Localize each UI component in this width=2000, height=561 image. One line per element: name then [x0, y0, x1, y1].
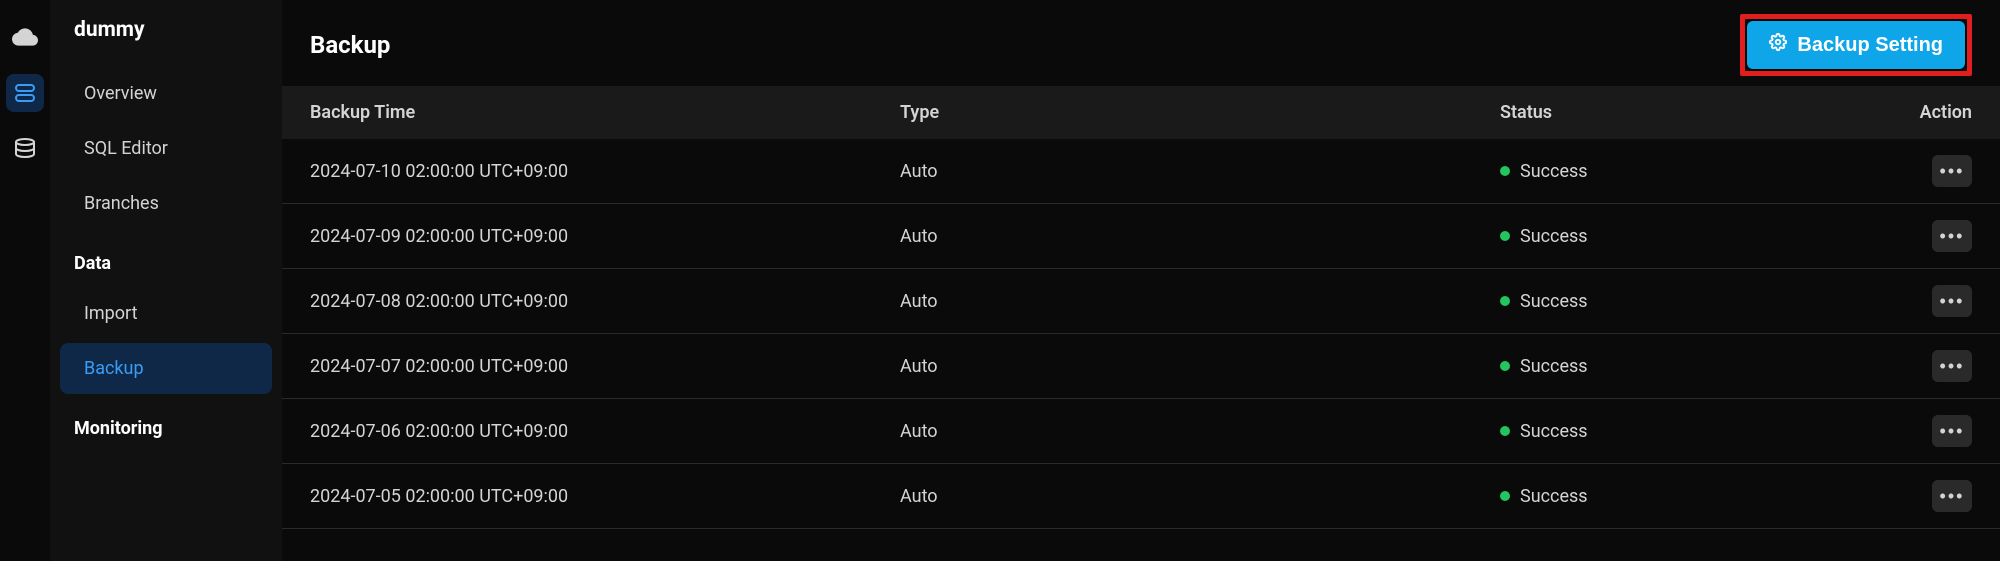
cell-action: ••• [1780, 480, 1972, 512]
table-row: 2024-07-05 02:00:00 UTC+09:00 Auto Succe… [282, 464, 2000, 529]
cloud-icon[interactable] [6, 18, 44, 56]
cell-time: 2024-07-10 02:00:00 UTC+09:00 [310, 161, 900, 182]
database-icon[interactable] [6, 74, 44, 112]
header-status: Status [1500, 102, 1780, 123]
server-icon[interactable] [6, 130, 44, 168]
table-row: 2024-07-10 02:00:00 UTC+09:00 Auto Succe… [282, 139, 2000, 204]
cell-time: 2024-07-05 02:00:00 UTC+09:00 [310, 486, 900, 507]
icon-rail [0, 0, 50, 561]
cell-time: 2024-07-06 02:00:00 UTC+09:00 [310, 421, 900, 442]
cell-status: Success [1500, 356, 1780, 377]
backup-setting-button[interactable]: Backup Setting [1747, 21, 1965, 69]
sidebar-section-data: Data [50, 231, 282, 286]
sidebar-item-import[interactable]: Import [60, 288, 272, 339]
header-type: Type [900, 102, 1500, 123]
cell-type: Auto [900, 356, 1500, 377]
more-icon: ••• [1940, 161, 1965, 182]
more-icon: ••• [1940, 486, 1965, 507]
cell-status: Success [1500, 161, 1780, 182]
table-body: 2024-07-10 02:00:00 UTC+09:00 Auto Succe… [282, 139, 2000, 529]
cell-type: Auto [900, 486, 1500, 507]
cell-status: Success [1500, 421, 1780, 442]
more-icon: ••• [1940, 226, 1965, 247]
more-icon: ••• [1940, 356, 1965, 377]
row-actions-button[interactable]: ••• [1932, 155, 1972, 187]
row-actions-button[interactable]: ••• [1932, 350, 1972, 382]
sidebar-item-sql-editor[interactable]: SQL Editor [60, 123, 272, 174]
cell-time: 2024-07-08 02:00:00 UTC+09:00 [310, 291, 900, 312]
status-text: Success [1520, 421, 1588, 442]
cell-action: ••• [1780, 415, 1972, 447]
status-text: Success [1520, 161, 1588, 182]
status-dot-icon [1500, 231, 1510, 241]
cell-action: ••• [1780, 220, 1972, 252]
header-time: Backup Time [310, 102, 900, 123]
cell-type: Auto [900, 421, 1500, 442]
table-header: Backup Time Type Status Action [282, 86, 2000, 139]
status-text: Success [1520, 226, 1588, 247]
row-actions-button[interactable]: ••• [1932, 480, 1972, 512]
main-content: Backup Backup Setting Backup Time Type S… [282, 0, 2000, 561]
sidebar-section-monitoring: Monitoring [50, 396, 282, 451]
cell-type: Auto [900, 226, 1500, 247]
more-icon: ••• [1940, 421, 1965, 442]
header-action: Action [1780, 102, 1972, 123]
backup-setting-label: Backup Setting [1797, 34, 1943, 57]
status-dot-icon [1500, 491, 1510, 501]
cell-type: Auto [900, 161, 1500, 182]
status-dot-icon [1500, 426, 1510, 436]
cell-action: ••• [1780, 285, 1972, 317]
cell-time: 2024-07-07 02:00:00 UTC+09:00 [310, 356, 900, 377]
more-icon: ••• [1940, 291, 1965, 312]
status-text: Success [1520, 291, 1588, 312]
table-row: 2024-07-07 02:00:00 UTC+09:00 Auto Succe… [282, 334, 2000, 399]
cell-status: Success [1500, 226, 1780, 247]
cell-action: ••• [1780, 350, 1972, 382]
row-actions-button[interactable]: ••• [1932, 285, 1972, 317]
sidebar-item-branches[interactable]: Branches [60, 178, 272, 229]
highlight-box: Backup Setting [1740, 14, 1972, 76]
status-text: Success [1520, 356, 1588, 377]
cell-type: Auto [900, 291, 1500, 312]
cell-status: Success [1500, 486, 1780, 507]
status-text: Success [1520, 486, 1588, 507]
page-title: Backup [310, 31, 390, 59]
table-row: 2024-07-06 02:00:00 UTC+09:00 Auto Succe… [282, 399, 2000, 464]
cell-time: 2024-07-09 02:00:00 UTC+09:00 [310, 226, 900, 247]
page-header: Backup Backup Setting [282, 0, 2000, 86]
gear-icon [1769, 33, 1787, 57]
sidebar: dummy Overview SQL Editor Branches Data … [50, 0, 282, 561]
project-name: dummy [50, 18, 282, 66]
status-dot-icon [1500, 166, 1510, 176]
row-actions-button[interactable]: ••• [1932, 220, 1972, 252]
cell-status: Success [1500, 291, 1780, 312]
sidebar-item-overview[interactable]: Overview [60, 68, 272, 119]
table-row: 2024-07-08 02:00:00 UTC+09:00 Auto Succe… [282, 269, 2000, 334]
cell-action: ••• [1780, 155, 1972, 187]
table-row: 2024-07-09 02:00:00 UTC+09:00 Auto Succe… [282, 204, 2000, 269]
status-dot-icon [1500, 361, 1510, 371]
row-actions-button[interactable]: ••• [1932, 415, 1972, 447]
sidebar-item-backup[interactable]: Backup [60, 343, 272, 394]
status-dot-icon [1500, 296, 1510, 306]
